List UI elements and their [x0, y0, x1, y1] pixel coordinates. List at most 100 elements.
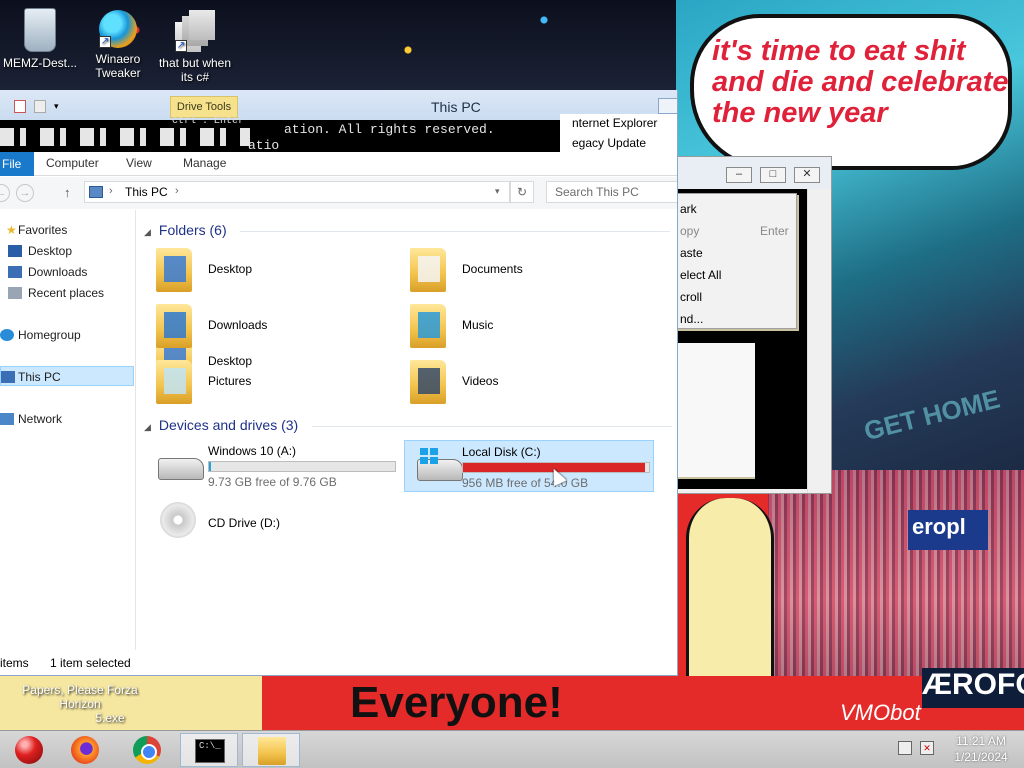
desktop-icon-papers-please[interactable]: Papers, Please Forza Horizon 5.exe: [0, 683, 160, 725]
start-ornament-icon: [15, 736, 43, 764]
menu-item-mark[interactable]: ark: [680, 198, 697, 220]
breadcrumb-chevron-icon[interactable]: ›: [109, 185, 113, 197]
folder-downloads[interactable]: Downloads: [140, 302, 390, 352]
explorer-window[interactable]: ▾ Drive Tools This PC ctrl . Enter ation…: [0, 90, 678, 676]
folder-desktop[interactable]: Desktop: [140, 246, 390, 296]
new-folder-icon[interactable]: [34, 100, 46, 113]
wallpaper-sign-aerofos: ÆROFOS: [922, 668, 1024, 708]
nav-network[interactable]: Network: [0, 409, 134, 429]
shortcut-stack-icon: ↗: [175, 10, 215, 52]
taskbar-firefox[interactable]: [56, 733, 114, 767]
folder-label: Downloads: [208, 318, 268, 332]
videos-folder-icon: [410, 360, 446, 404]
desktop-icon-label: its c#: [180, 70, 209, 84]
tab-file[interactable]: File: [0, 152, 34, 176]
drive-a[interactable]: Windows 10 (A:) 9.73 GB free of 9.76 GB: [146, 440, 396, 492]
drive-c[interactable]: Local Disk (C:) 956 MB free of 54.0 GB: [404, 440, 654, 492]
properties-icon[interactable]: [14, 100, 26, 113]
search-input[interactable]: Search This PC: [546, 181, 677, 203]
menu-item-select-all[interactable]: elect All: [680, 264, 721, 286]
console-minimize-button[interactable]: –: [726, 167, 752, 183]
window-title: This PC: [431, 99, 481, 115]
hard-drive-icon: [158, 458, 204, 480]
bubble-line-3: the new year: [712, 97, 888, 129]
desktop-icon-winaero[interactable]: ↗ Winaero Tweaker: [78, 10, 158, 80]
menu-item-copy[interactable]: opy Enter: [680, 220, 789, 242]
wallpaper-everyone-text: Everyone!: [350, 678, 563, 727]
drive-free-space: 9.73 GB free of 9.76 GB: [208, 475, 337, 489]
up-arrow-icon[interactable]: ↑: [64, 185, 71, 200]
taskbar-file-explorer[interactable]: [242, 733, 300, 767]
drive-name: Windows 10 (A:): [208, 444, 297, 458]
console-scrollbar[interactable]: [807, 189, 827, 493]
collapse-triangle-icon[interactable]: ◢: [144, 227, 151, 237]
tab-view[interactable]: View: [126, 156, 152, 170]
chrome-icon: [133, 736, 161, 764]
start-button[interactable]: [0, 733, 58, 767]
devices-group-header[interactable]: ◢ Devices and drives (3): [144, 417, 298, 433]
wallpaper-sign-bottom: VMObot: [840, 700, 921, 725]
desktop-icon-that-but-when[interactable]: ↗ that but when its c#: [155, 10, 235, 84]
bubble-line-1: it's time to eat shit: [712, 35, 966, 67]
status-selection: 1 item selected: [50, 656, 131, 670]
drive-tools-context-tab[interactable]: Drive Tools: [170, 96, 238, 118]
menu-item-label: elect All: [680, 268, 722, 282]
nav-favorites[interactable]: ★ Favorites: [0, 220, 134, 240]
folder-documents[interactable]: Documents: [394, 246, 644, 296]
glitch-text: ation. All rights reserved.: [284, 122, 495, 137]
drive-usage-bar: [208, 461, 396, 472]
desktop-icon-memz[interactable]: MEMZ-Dest...: [0, 8, 80, 70]
tab-computer[interactable]: Computer: [46, 156, 99, 170]
taskbar-command-prompt[interactable]: C:\_: [180, 733, 238, 767]
bubble-line-2: and die and celebrate: [712, 66, 1009, 98]
back-arrow-icon[interactable]: ←: [0, 184, 10, 202]
taskbar-chrome[interactable]: [118, 733, 176, 767]
collapse-triangle-icon[interactable]: ◢: [144, 422, 151, 432]
shortcut-arrow-icon: ↗: [99, 36, 111, 48]
menu-item-label: croll: [680, 290, 703, 304]
folder-label: Videos: [462, 374, 499, 388]
refresh-icon[interactable]: ↻: [510, 181, 534, 203]
folder-label: Desktop: [208, 262, 253, 276]
desktop-icon-label: Papers, Please Forza Horizon: [22, 683, 138, 711]
customize-toolbar-icon[interactable]: ▾: [54, 100, 66, 113]
drive-d[interactable]: CD Drive (D:): [146, 500, 396, 552]
menu-item-find[interactable]: nd...: [680, 308, 703, 330]
group-divider: [312, 426, 672, 427]
breadcrumb-chevron-icon[interactable]: ›: [175, 185, 179, 197]
nav-label: Network: [18, 412, 63, 426]
address-dropdown-icon[interactable]: ▾: [495, 186, 500, 197]
nav-homegroup[interactable]: Homegroup: [0, 325, 134, 345]
desktop-icon-label: Tweaker: [95, 66, 141, 80]
console-close-button[interactable]: ✕: [794, 167, 820, 183]
folder-music[interactable]: Music: [394, 302, 644, 352]
folder-pictures[interactable]: Pictures: [140, 358, 390, 408]
nav-recent-places[interactable]: Recent places: [0, 283, 134, 303]
nav-this-pc[interactable]: This PC: [0, 366, 134, 386]
drive-name: CD Drive (D:): [208, 516, 280, 530]
menu-item-scroll[interactable]: croll: [680, 286, 702, 308]
clock-time: 11:21 AM: [956, 734, 1006, 748]
address-bar[interactable]: › This PC › ▾: [84, 181, 510, 203]
network-tray-icon[interactable]: [898, 741, 912, 755]
windows-logo-icon: [420, 448, 438, 464]
folder-label: Pictures: [208, 374, 252, 388]
nav-desktop[interactable]: Desktop: [0, 241, 134, 261]
address-path[interactable]: This PC: [125, 185, 168, 199]
forward-arrow-icon[interactable]: →: [16, 184, 34, 202]
minimize-button[interactable]: [658, 98, 677, 114]
overlay-links: nternet Explorer egacy Update: [560, 114, 677, 154]
folders-group-header[interactable]: ◢ Folders (6): [144, 222, 227, 238]
nav-downloads[interactable]: Downloads: [0, 262, 134, 282]
volume-muted-icon[interactable]: ✕: [920, 741, 934, 755]
folder-videos[interactable]: Videos: [394, 358, 644, 408]
menu-item-label: nd...: [680, 312, 704, 326]
status-bar: items 1 item selected: [0, 650, 677, 675]
menu-item-paste[interactable]: aste: [680, 242, 703, 264]
clock[interactable]: 11:21 AM 1/21/2024: [944, 733, 1018, 767]
console-maximize-button[interactable]: □: [760, 167, 786, 183]
recycle-bin-icon: [24, 8, 56, 52]
tab-manage[interactable]: Manage: [183, 156, 226, 170]
nav-label: Downloads: [28, 265, 88, 279]
firefox-icon: [71, 736, 99, 764]
